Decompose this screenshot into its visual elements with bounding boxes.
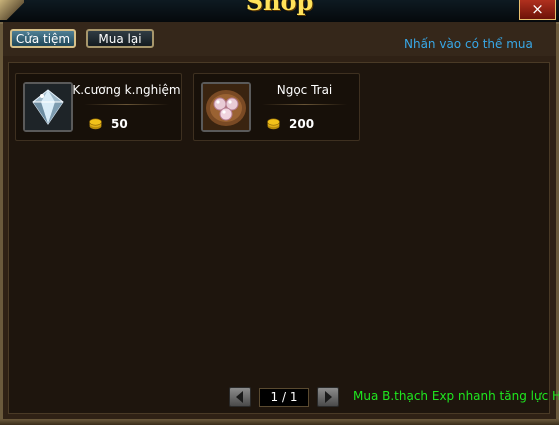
window-title: Shop — [245, 0, 314, 16]
shop-item[interactable]: K.cương k.nghiệm 50 — [15, 73, 182, 141]
coin-icon — [267, 118, 280, 130]
arrow-right-icon — [325, 391, 332, 403]
pearl-icon — [201, 82, 251, 132]
next-page-button[interactable] — [317, 387, 339, 407]
diamond-icon — [23, 82, 73, 132]
close-button[interactable]: × — [519, 0, 556, 20]
tab-buyback[interactable]: Mua lại — [86, 29, 154, 48]
item-name: Ngọc Trai — [276, 83, 333, 97]
tab-shop[interactable]: Cửa tiệm — [10, 29, 76, 48]
shop-item[interactable]: Ngọc Trai 200 — [193, 73, 360, 141]
divider — [84, 104, 169, 105]
price-value: 200 — [289, 117, 315, 131]
title-bar[interactable]: Shop × — [0, 0, 559, 24]
item-grid: K.cương k.nghiệm 50 Ngọc Trai 200 — [8, 62, 550, 414]
bottom-border — [0, 419, 559, 425]
tab-bar: Cửa tiệm Mua lại Nhấn vào có thể mua — [3, 22, 556, 56]
promo-link[interactable]: Mua B.thạch Exp nhanh tăng lực HĐ — [353, 389, 559, 403]
item-name: K.cương k.nghiệm — [72, 83, 181, 97]
close-icon: × — [531, 0, 544, 18]
page-indicator: 1 / 1 — [259, 388, 309, 407]
coin-icon — [89, 118, 102, 130]
buy-hint: Nhấn vào có thể mua — [404, 37, 533, 51]
divider — [262, 104, 347, 105]
prev-page-button[interactable] — [229, 387, 251, 407]
arrow-left-icon — [236, 391, 243, 403]
price-value: 50 — [111, 117, 128, 131]
